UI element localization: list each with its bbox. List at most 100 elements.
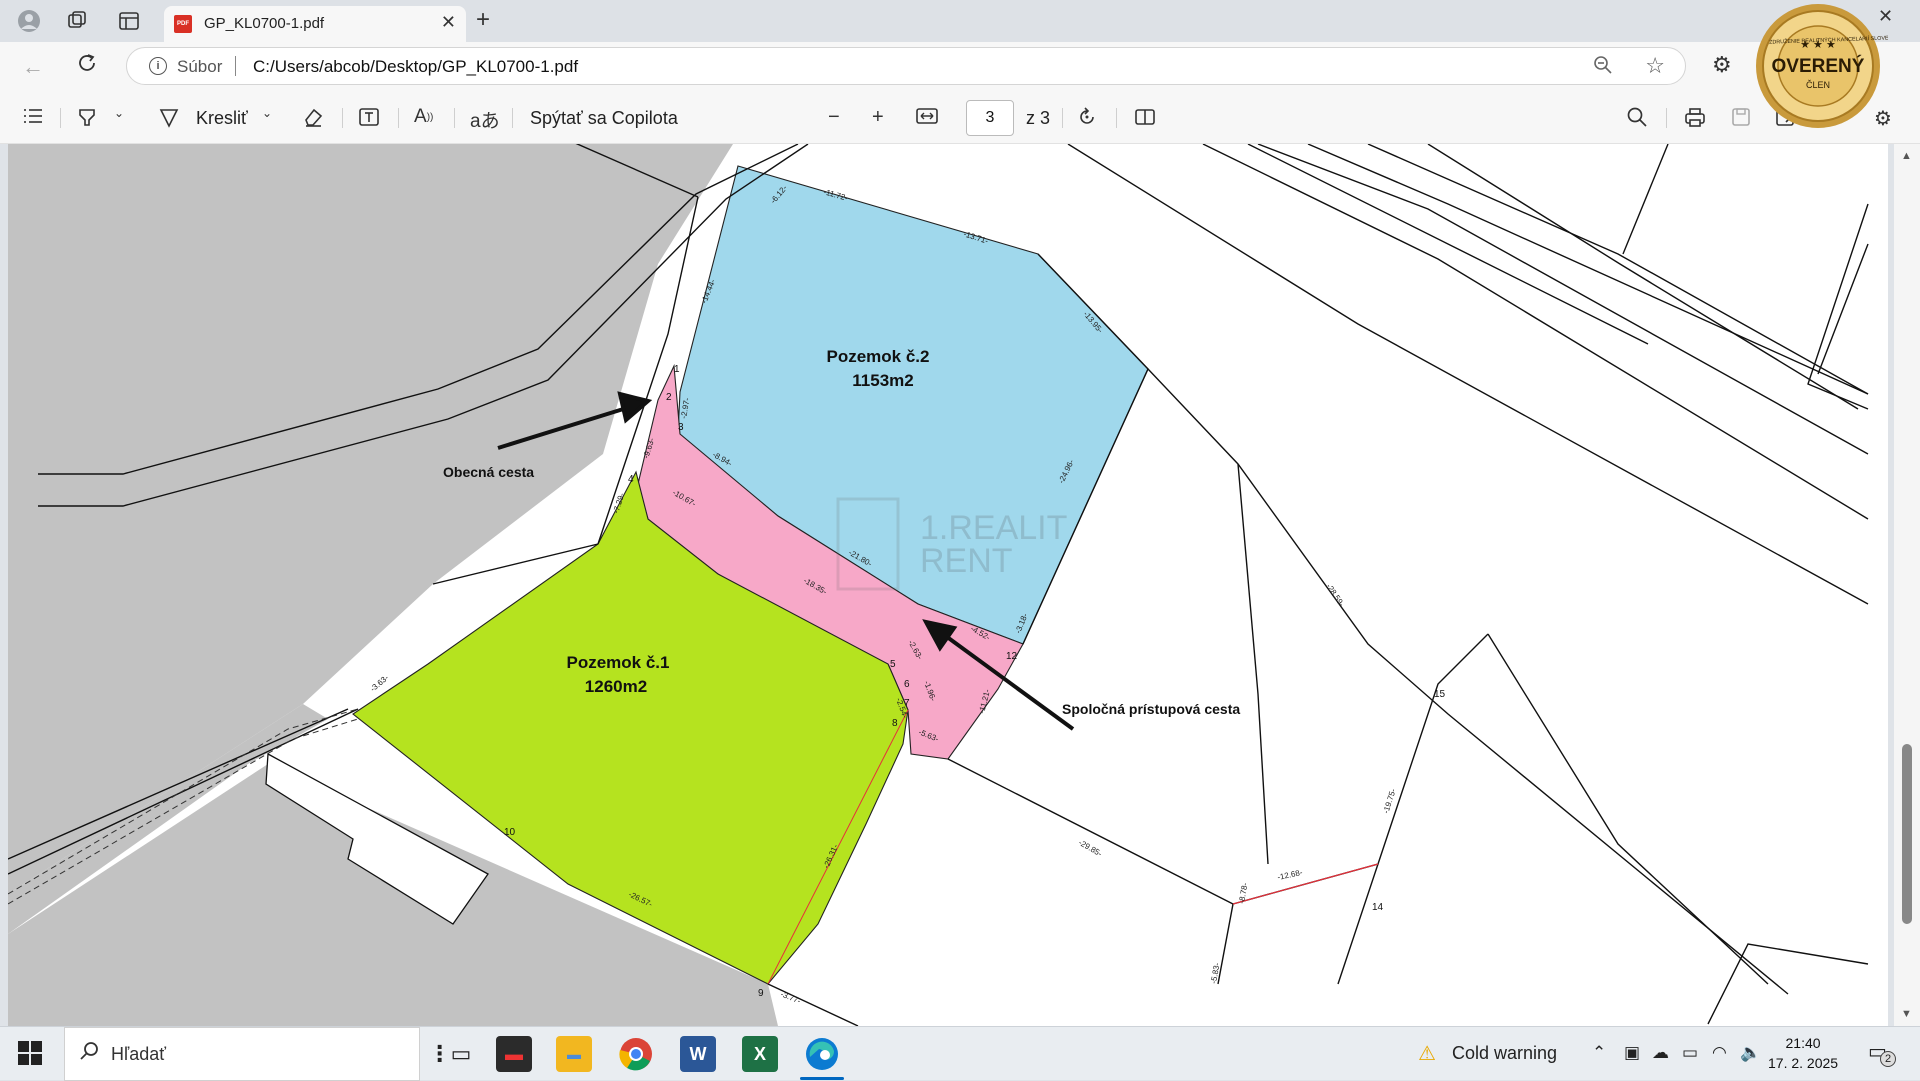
- url-scheme: Súbor: [177, 57, 223, 76]
- access-road-label: Spoločná prístupová cesta: [1062, 701, 1240, 717]
- parcel-1-title: Pozemok č.1: [567, 653, 670, 672]
- windows-start-icon[interactable]: [18, 1041, 42, 1065]
- point-number: 3: [678, 422, 684, 433]
- page-view-icon[interactable]: [1134, 106, 1156, 128]
- show-hidden-icons-icon[interactable]: ⌃: [1592, 1043, 1606, 1063]
- tab-pdf[interactable]: PDF GP_KL0700-1.pdf ✕: [164, 6, 466, 42]
- onedrive-icon[interactable]: ☁: [1652, 1043, 1669, 1063]
- point-number: 6: [904, 679, 910, 690]
- svg-text:OVERENÝ: OVERENÝ: [1772, 55, 1865, 77]
- toolbar-divider: [512, 108, 513, 128]
- taskbar: Hľadať ⋮▭ ▬ ▬ W X ⚠ Cold warning ⌃ ▣ ☁ ▭…: [0, 1026, 1920, 1081]
- toolbar-divider: [1116, 108, 1117, 128]
- toolbar-divider: [454, 108, 455, 128]
- taskbar-search[interactable]: Hľadať: [64, 1027, 420, 1081]
- point-number: 5: [890, 659, 896, 670]
- point-number: 2: [666, 392, 672, 403]
- rotate-icon[interactable]: [1076, 106, 1098, 128]
- file-explorer-icon[interactable]: ▬: [556, 1036, 592, 1072]
- wifi-icon[interactable]: ◠: [1712, 1043, 1727, 1063]
- fit-width-icon[interactable]: [916, 106, 938, 126]
- draw-dropdown-icon[interactable]: ⌄: [262, 106, 272, 120]
- copilot-button[interactable]: Spýtať sa Copilota: [530, 108, 678, 129]
- reload-icon[interactable]: [76, 52, 98, 80]
- vertical-scrollbar[interactable]: ▲ ▼: [1894, 144, 1920, 1026]
- extensions-icon[interactable]: ⚙: [1712, 52, 1732, 78]
- print-icon[interactable]: [1684, 106, 1706, 128]
- scroll-up-icon[interactable]: ▲: [1901, 150, 1912, 162]
- svg-text:ČLEN: ČLEN: [1806, 80, 1830, 90]
- scroll-down-icon[interactable]: ▼: [1901, 1008, 1912, 1020]
- task-view-icon[interactable]: ⋮▭: [429, 1036, 472, 1072]
- page-total: z 3: [1026, 108, 1051, 128]
- search-icon: [79, 1040, 101, 1068]
- dim-label: -3.63-: [369, 673, 391, 694]
- dim-label: -12.68-: [1277, 868, 1304, 882]
- date: 17. 2. 2025: [1768, 1055, 1839, 1071]
- address-bar: ← i Súbor C:/Users/abcob/Desktop/GP_KL07…: [0, 42, 1920, 92]
- url-separator: [235, 56, 236, 76]
- scrollbar-thumb[interactable]: [1902, 744, 1912, 924]
- point-number: 10: [504, 827, 516, 838]
- parcel-2-area: 1153m2: [852, 371, 913, 390]
- dim-label: -29.85-: [1077, 838, 1104, 859]
- read-aloud-icon[interactable]: A)): [414, 106, 433, 128]
- game-app-icon[interactable]: ▬: [496, 1036, 532, 1072]
- url-field[interactable]: i Súbor C:/Users/abcob/Desktop/GP_KL0700…: [126, 47, 1686, 85]
- weather-warning-icon: ⚠: [1418, 1043, 1436, 1065]
- new-tab-icon[interactable]: +: [476, 6, 490, 34]
- text-box-icon[interactable]: [358, 106, 380, 128]
- svg-text:RENT: RENT: [920, 542, 1013, 580]
- edge-icon[interactable]: [804, 1036, 840, 1072]
- battery-icon[interactable]: ▭: [1682, 1043, 1698, 1063]
- eraser-icon[interactable]: [302, 106, 324, 128]
- dim-label: -3.77-: [779, 990, 802, 1006]
- road-label: Obecná cesta: [443, 464, 534, 480]
- toolbar-divider: [1666, 108, 1667, 128]
- draw-label[interactable]: Kresliť: [196, 108, 248, 129]
- toolbar-divider: [398, 108, 399, 128]
- zoom-out-icon[interactable]: [1593, 55, 1613, 81]
- point-number: 8: [892, 718, 898, 729]
- pdf-file-icon: PDF: [174, 15, 192, 33]
- meet-icon[interactable]: ▣: [1624, 1043, 1640, 1063]
- red-dimension-line: [1232, 863, 1379, 905]
- notification-count: 2: [1880, 1051, 1896, 1067]
- parcel-1-area: 1260m2: [585, 677, 647, 696]
- page-number-input[interactable]: 3: [966, 100, 1014, 136]
- contents-list-icon[interactable]: [22, 106, 44, 126]
- dim-label: -28.59-: [1324, 582, 1346, 608]
- site-info-icon[interactable]: i: [149, 57, 167, 75]
- excel-icon[interactable]: X: [742, 1036, 778, 1072]
- highlight-dropdown-icon[interactable]: ⌄: [114, 106, 124, 120]
- word-icon[interactable]: W: [680, 1036, 716, 1072]
- zoom-out-button-icon[interactable]: −: [828, 106, 840, 129]
- clock[interactable]: 21:40 17. 2. 2025: [1768, 1033, 1838, 1073]
- find-icon[interactable]: [1626, 106, 1648, 128]
- url-text[interactable]: C:/Users/abcob/Desktop/GP_KL0700-1.pdf: [253, 57, 578, 77]
- close-tab-icon[interactable]: ✕: [441, 12, 456, 33]
- zoom-in-button-icon[interactable]: +: [872, 106, 884, 129]
- weather-widget[interactable]: ⚠ Cold warning: [1418, 1041, 1557, 1066]
- favorite-star-icon[interactable]: ☆: [1645, 53, 1665, 79]
- draw-icon[interactable]: [158, 106, 180, 128]
- back-icon[interactable]: ←: [22, 54, 44, 80]
- translate-icon[interactable]: aあ: [470, 106, 500, 133]
- chrome-icon[interactable]: [618, 1036, 654, 1072]
- highlight-icon[interactable]: [76, 106, 98, 128]
- volume-icon[interactable]: 🔈: [1740, 1043, 1761, 1063]
- verified-member-badge: OVERENÝ ČLEN ★ ★ ★ ZDRUŽENIE REALITNÝCH …: [1756, 4, 1888, 128]
- profile-icon[interactable]: [14, 6, 44, 36]
- toolbar-divider: [1062, 108, 1063, 128]
- notification-icon[interactable]: ▭ 2: [1868, 1039, 1896, 1067]
- dim-label: -5.83-: [1209, 962, 1222, 984]
- cadastral-map: Pozemok č.2 1153m2 Pozemok č.1 1260m2 Ob…: [8, 144, 1869, 1026]
- point-number: 14: [1372, 902, 1384, 913]
- parcel-2-title: Pozemok č.2: [827, 347, 930, 366]
- pdf-page-viewport[interactable]: Pozemok č.2 1153m2 Pozemok č.1 1260m2 Ob…: [8, 144, 1888, 1026]
- workspaces-icon[interactable]: [62, 6, 92, 36]
- tab-actions-icon[interactable]: [114, 6, 144, 36]
- toolbar-divider: [342, 108, 343, 128]
- search-placeholder: Hľadať: [111, 1044, 167, 1064]
- point-number: 15: [1434, 689, 1446, 700]
